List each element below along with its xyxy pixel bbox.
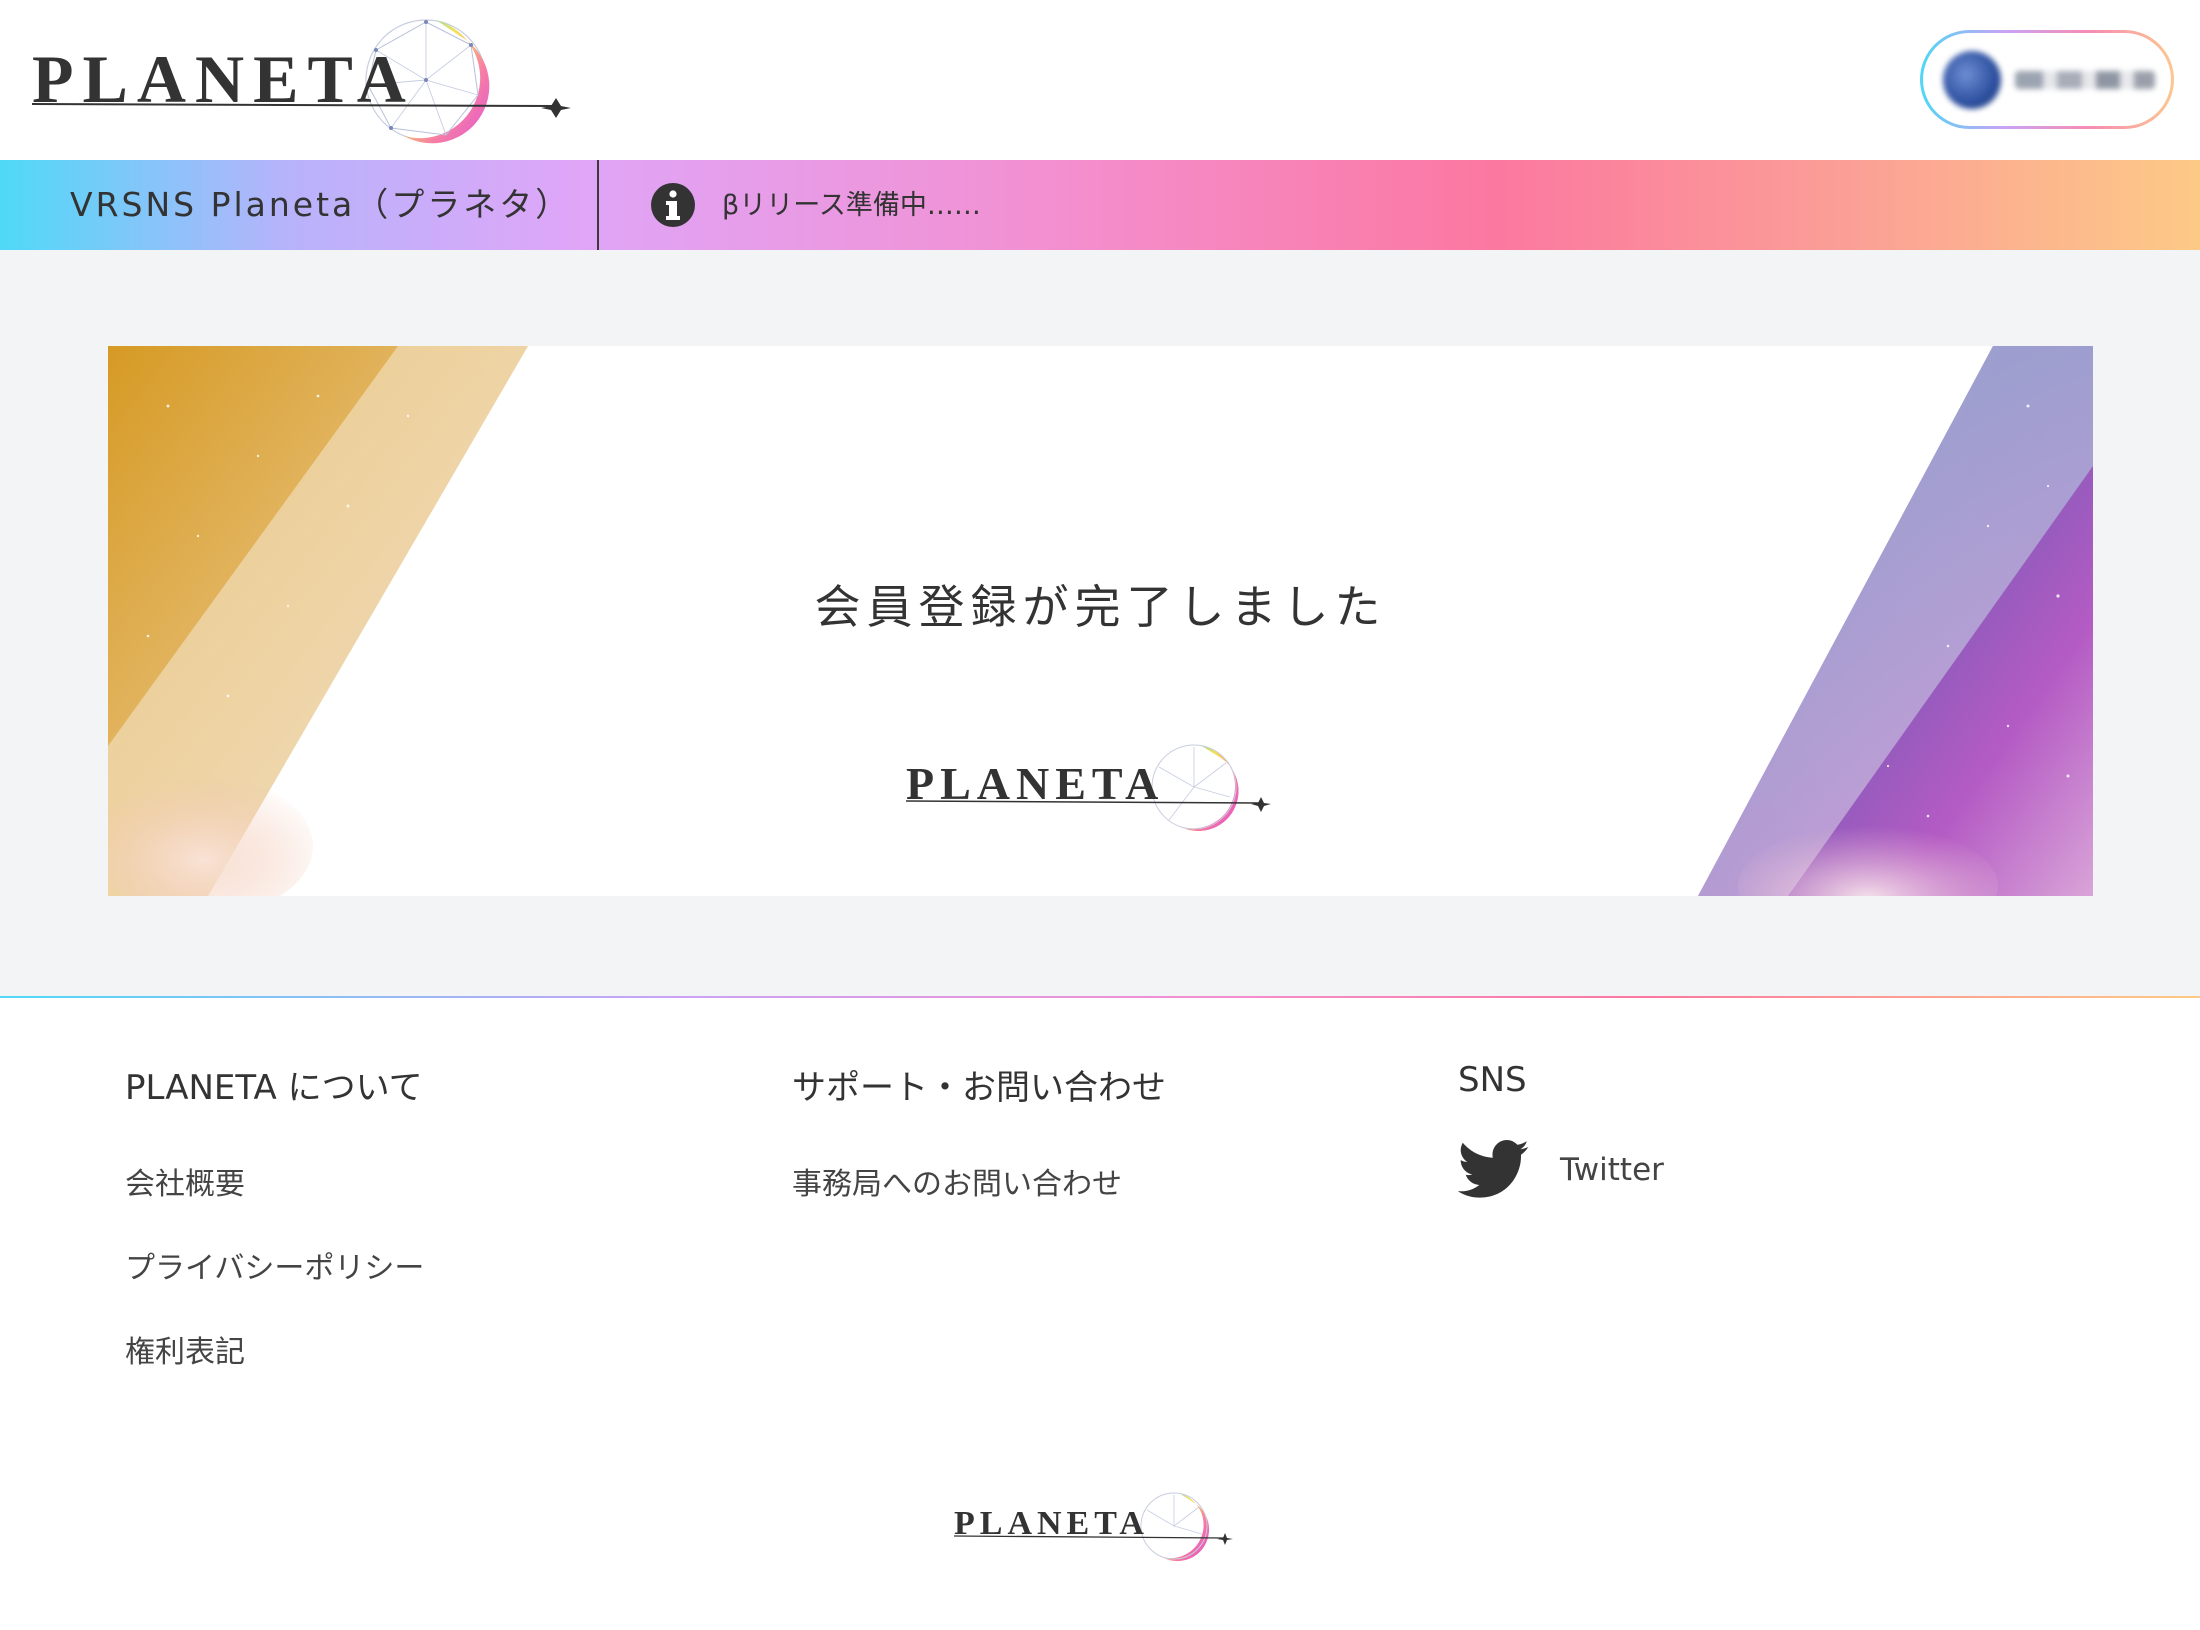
registration-complete-message: 会員登録が完了しました	[814, 580, 1387, 634]
user-account-button[interactable]	[1920, 30, 2174, 129]
notice-bar: VRSNS Planeta（プラネタ） βリリース準備中……	[0, 160, 2200, 250]
link-rights-notice[interactable]: 権利表記	[125, 1327, 424, 1371]
footer-planeta-logo[interactable]: PLANETA	[952, 1490, 1242, 1564]
user-name-blurred	[2015, 70, 2155, 89]
link-company-overview[interactable]: 会社概要	[125, 1159, 424, 1203]
registration-complete-banner: 会員登録が完了しました PLANETA	[108, 346, 2093, 896]
twitter-bird-icon	[1458, 1140, 1529, 1198]
footer-support-heading: サポート・お問い合わせ	[792, 1068, 1166, 1108]
footer-support-column: サポート・お問い合わせ 事務局へのお問い合わせ	[792, 1060, 1166, 1243]
site-footer: PLANETA について 会社概要 プライバシーポリシー 権利表記 サポート・お…	[0, 998, 2200, 1630]
user-pill-content	[1923, 33, 2171, 126]
main-content: 会員登録が完了しました PLANETA	[0, 250, 2200, 996]
link-privacy-policy[interactable]: プライバシーポリシー	[125, 1243, 424, 1287]
bar-divider	[597, 160, 599, 250]
site-header: PLANETA	[0, 0, 2200, 160]
footer-sns-column: SNS Twitter	[1458, 1060, 1664, 1200]
planeta-logo[interactable]: PLANETA	[26, 12, 586, 152]
footer-about-column: PLANETA について 会社概要 プライバシーポリシー 権利表記	[125, 1060, 424, 1411]
banner-planeta-logo: PLANETA	[905, 744, 1271, 832]
link-contact-office[interactable]: 事務局へのお問い合わせ	[792, 1159, 1166, 1203]
user-avatar	[1943, 50, 2001, 109]
svg-text:PLANETA: PLANETA	[32, 41, 415, 117]
svg-text:PLANETA: PLANETA	[954, 1505, 1149, 1542]
twitter-link[interactable]: Twitter	[1458, 1140, 1664, 1200]
svg-text:PLANETA: PLANETA	[906, 758, 1164, 809]
info-circle-icon	[651, 183, 695, 227]
site-title: VRSNS Planeta（プラネタ）	[70, 185, 572, 224]
twitter-label: Twitter	[1560, 1152, 1664, 1188]
footer-sns-heading: SNS	[1458, 1060, 1527, 1100]
beta-notice: βリリース準備中……	[722, 190, 981, 221]
footer-about-heading: PLANETA について	[125, 1068, 423, 1108]
